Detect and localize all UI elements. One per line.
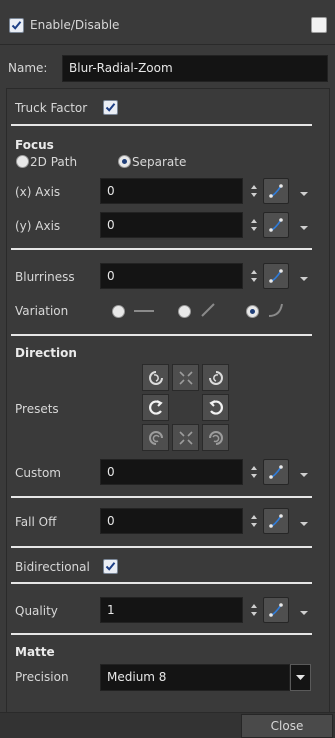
fall-off-spinner[interactable] (248, 508, 260, 534)
variation-linear-radio[interactable] (178, 305, 191, 318)
bidirectional-label: Bidirectional (15, 560, 90, 574)
enable-label: Enable/Disable (30, 18, 120, 32)
fall-off-dropdown-arrow[interactable] (299, 517, 309, 526)
y-axis-spinner[interactable] (248, 212, 260, 238)
chevron-down-icon (296, 675, 305, 680)
blurriness-function-button[interactable] (263, 263, 289, 289)
direction-title: Direction (15, 346, 77, 360)
quality-label: Quality (15, 604, 58, 618)
precision-label: Precision (15, 670, 69, 684)
preset-diverge-button[interactable] (172, 424, 199, 451)
preset-center-empty (172, 394, 199, 421)
blurriness-spinner[interactable] (248, 263, 260, 289)
turn-left-icon (149, 400, 163, 415)
close-button-label: Close (270, 719, 304, 733)
radio-separate[interactable] (118, 155, 131, 168)
radio-2d-path[interactable] (16, 155, 29, 168)
x-axis-label: (x) Axis (15, 185, 61, 199)
matte-title: Matte (15, 645, 55, 659)
custom-input[interactable]: 0 (100, 459, 243, 485)
panel-color-swatch[interactable] (311, 17, 327, 33)
radio-separate-label: Separate (132, 155, 187, 169)
name-input[interactable]: Blur-Radial-Zoom (62, 55, 328, 82)
custom-dropdown-arrow[interactable] (299, 468, 309, 477)
constant-curve-icon (134, 310, 154, 312)
rotate-ccw-icon (149, 371, 163, 385)
preset-spiral-ccw-button[interactable] (142, 424, 169, 451)
truck-factor-checkbox[interactable] (103, 100, 118, 115)
blurriness-input[interactable]: 0 (100, 263, 243, 289)
truck-factor-label: Truck Factor (15, 101, 88, 115)
diverge-icon (179, 431, 193, 445)
presets-label: Presets (15, 402, 59, 416)
radio-2d-path-label: 2D Path (30, 155, 78, 169)
ease-curve-icon (268, 303, 283, 317)
enable-checkbox[interactable] (9, 18, 24, 33)
custom-spinner[interactable] (248, 459, 260, 485)
preset-turn-left-button[interactable] (142, 394, 169, 421)
quality-dropdown-arrow[interactable] (299, 606, 309, 615)
blurriness-dropdown-arrow[interactable] (299, 272, 309, 281)
close-button[interactable]: Close (241, 714, 333, 738)
precision-select-arrow[interactable] (290, 664, 311, 691)
separator (11, 124, 312, 126)
variation-constant-radio[interactable] (112, 305, 125, 318)
fall-off-input[interactable]: 0 (100, 508, 243, 534)
variation-label: Variation (15, 304, 69, 318)
rotate-cw-icon (209, 371, 223, 385)
fall-off-function-button[interactable] (263, 508, 289, 534)
quality-spinner[interactable] (248, 597, 260, 623)
y-axis-function-button[interactable] (263, 212, 289, 238)
preset-rotate-ccw-button[interactable] (142, 364, 169, 391)
x-axis-dropdown-arrow[interactable] (299, 187, 309, 196)
linear-curve-icon (201, 303, 215, 317)
preset-turn-right-button[interactable] (202, 394, 229, 421)
name-label: Name: (8, 61, 48, 75)
separator (11, 248, 312, 250)
separator (11, 546, 312, 548)
precision-select[interactable]: Medium 8 (100, 664, 290, 691)
blurriness-label: Blurriness (15, 270, 75, 284)
custom-label: Custom (15, 466, 61, 480)
x-axis-spinner[interactable] (248, 178, 260, 204)
custom-function-button[interactable] (263, 459, 289, 485)
preset-rotate-cw-button[interactable] (202, 364, 229, 391)
variation-ease-radio[interactable] (246, 305, 259, 318)
quality-function-button[interactable] (263, 597, 289, 623)
x-axis-function-button[interactable] (263, 178, 289, 204)
separator (11, 582, 312, 584)
focus-title: Focus (15, 138, 54, 152)
y-axis-label: (y) Axis (15, 219, 61, 233)
x-axis-input[interactable]: 0 (100, 178, 243, 204)
separator (11, 633, 312, 635)
converge-icon (179, 371, 193, 385)
quality-input[interactable]: 1 (100, 597, 243, 623)
separator (11, 334, 312, 336)
preset-spiral-cw-button[interactable] (202, 424, 229, 451)
y-axis-input[interactable]: 0 (100, 212, 243, 238)
separator (11, 496, 312, 498)
y-axis-dropdown-arrow[interactable] (299, 221, 309, 230)
turn-right-icon (209, 400, 223, 415)
spiral-cw-icon (209, 431, 223, 445)
bidirectional-checkbox[interactable] (103, 559, 118, 574)
header-divider (0, 44, 335, 45)
fall-off-label: Fall Off (15, 515, 57, 529)
spiral-ccw-icon (149, 431, 163, 445)
preset-converge-button[interactable] (172, 364, 199, 391)
